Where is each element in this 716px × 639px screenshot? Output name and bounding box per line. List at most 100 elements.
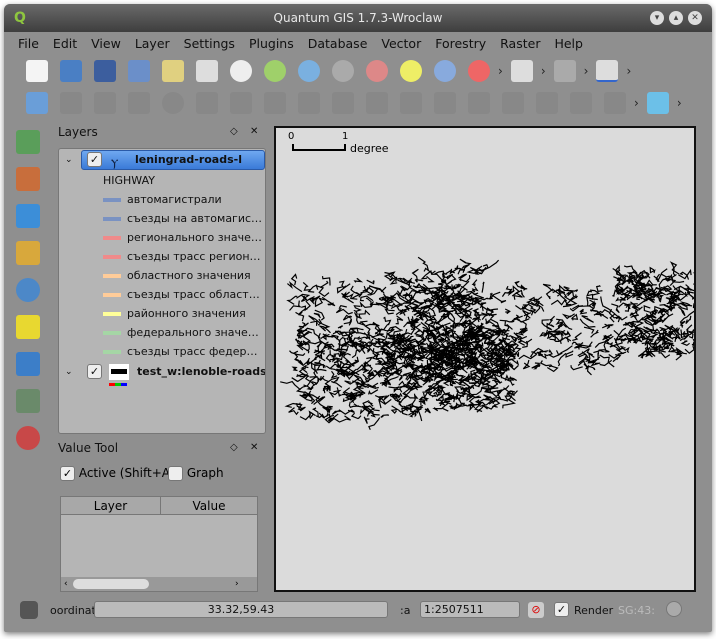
save-edits-icon[interactable]	[60, 92, 82, 114]
close-button[interactable]: ✕	[688, 11, 702, 25]
menu-help[interactable]: Help	[554, 36, 583, 51]
open-project-icon[interactable]	[60, 60, 82, 82]
zoom-full-icon[interactable]	[332, 60, 354, 82]
delete-selected-icon[interactable]	[162, 92, 184, 114]
coordinate-field[interactable]: 33.32,59.43	[94, 601, 388, 618]
road-segment	[679, 320, 686, 328]
toolbar-overflow-icon[interactable]: ›	[634, 96, 639, 110]
menu-view[interactable]: View	[91, 36, 121, 51]
road-segment	[357, 320, 368, 326]
add-delimited-text-icon[interactable]	[16, 389, 40, 413]
north-arrow-icon[interactable]	[553, 60, 576, 82]
menu-settings[interactable]: Settings	[184, 36, 235, 51]
zoom-out-icon[interactable]	[298, 60, 320, 82]
graph-option[interactable]: Graph	[168, 466, 224, 481]
redo-icon[interactable]	[400, 92, 422, 114]
split-icon[interactable]	[604, 92, 626, 114]
scroll-left-icon[interactable]: ‹	[64, 577, 68, 591]
new-shapefile-icon[interactable]	[16, 315, 40, 339]
cut-features-icon[interactable]	[196, 92, 218, 114]
menu-vector[interactable]: Vector	[381, 36, 421, 51]
road-segment	[320, 375, 329, 383]
layer-visibility-checkbox[interactable]: ✓	[87, 152, 102, 167]
scrollbar-thumb[interactable]	[73, 579, 149, 589]
menu-plugins[interactable]: Plugins	[249, 36, 294, 51]
new-project-icon[interactable]	[26, 60, 48, 82]
map-canvas[interactable]: 0 1 degree	[274, 126, 696, 592]
menu-database[interactable]: Database	[308, 36, 368, 51]
menu-layer[interactable]: Layer	[135, 36, 170, 51]
zoom-selection-icon[interactable]	[400, 60, 422, 82]
road-segment	[585, 364, 592, 376]
stop-render-icon[interactable]: ⊘	[528, 602, 544, 618]
close-panel-icon[interactable]: ✕	[250, 438, 258, 458]
node-tool-icon[interactable]	[128, 92, 150, 114]
active-checkbox[interactable]: ✓	[60, 466, 75, 481]
collapse-arrow-icon[interactable]: ⌄	[65, 361, 73, 383]
add-spatialite-layer-icon[interactable]	[16, 241, 40, 265]
help-icon[interactable]	[646, 92, 669, 114]
zoom-in-icon[interactable]	[264, 60, 286, 82]
menu-file[interactable]: File	[18, 36, 39, 51]
zoom-last-icon[interactable]	[434, 60, 456, 82]
column-header-value[interactable]: Value	[161, 497, 257, 514]
add-gps-icon[interactable]	[16, 426, 40, 450]
zoom-layer-icon[interactable]	[366, 60, 388, 82]
layer-item-lenoble-roads[interactable]: ⌄ ✓ test_w:lenoble-roads	[59, 361, 265, 383]
add-wms-layer-icon[interactable]	[16, 278, 40, 302]
toggle-editing-icon[interactable]	[26, 92, 48, 114]
mouse-coords-toggle-icon[interactable]	[20, 601, 38, 619]
simplify-icon[interactable]	[298, 92, 320, 114]
add-part-icon[interactable]	[468, 92, 490, 114]
render-checkbox[interactable]: ✓	[554, 602, 569, 617]
road-segment	[539, 360, 553, 367]
label-icon[interactable]	[596, 60, 619, 82]
remove-layer-icon[interactable]	[16, 352, 40, 376]
menu-edit[interactable]: Edit	[53, 36, 77, 51]
move-feature-icon[interactable]	[94, 92, 116, 114]
active-option[interactable]: ✓ Active (Shift+A)	[60, 466, 175, 481]
add-raster-layer-icon[interactable]	[16, 167, 40, 191]
delete-part-icon[interactable]	[536, 92, 558, 114]
road-segment	[566, 290, 573, 297]
save-as-icon[interactable]	[128, 60, 150, 82]
toolbar-overflow-icon[interactable]: ›	[498, 64, 503, 78]
collapse-arrow-icon[interactable]: ⌄	[65, 149, 73, 171]
add-vector-layer-icon[interactable]	[16, 130, 40, 154]
menu-raster[interactable]: Raster	[500, 36, 540, 51]
paste-features-icon[interactable]	[264, 92, 286, 114]
horizontal-scrollbar[interactable]: ‹ ›	[61, 577, 257, 591]
pan-icon[interactable]	[230, 60, 252, 82]
crs-status[interactable]: SG:43:	[618, 604, 655, 617]
toolbar-overflow-icon[interactable]: ›	[626, 64, 631, 78]
reshape-icon[interactable]	[570, 92, 592, 114]
layer-item-leningrad-roads[interactable]: ⌄ ✓ ⲩ leningrad-roads-l	[59, 149, 265, 171]
zoom-next-icon[interactable]	[468, 60, 490, 82]
copy-features-icon[interactable]	[230, 92, 252, 114]
projection-icon[interactable]	[666, 601, 682, 617]
menu-forestry[interactable]: Forestry	[435, 36, 486, 51]
add-ring-icon[interactable]	[434, 92, 456, 114]
add-postgis-layer-icon[interactable]	[16, 204, 40, 228]
column-header-layer[interactable]: Layer	[61, 497, 161, 514]
delete-ring-icon[interactable]	[502, 92, 524, 114]
maximize-button[interactable]: ▴	[669, 11, 683, 25]
graph-checkbox[interactable]	[168, 466, 183, 481]
layer-visibility-checkbox[interactable]: ✓	[87, 364, 102, 379]
graph-label: Graph	[186, 466, 224, 480]
print-icon[interactable]	[196, 60, 218, 82]
identify-icon[interactable]	[510, 60, 533, 82]
float-panel-icon[interactable]: ◇	[230, 122, 238, 142]
undo-icon[interactable]	[366, 92, 388, 114]
toolbar-overflow-icon[interactable]: ›	[677, 96, 682, 110]
save-project-icon[interactable]	[94, 60, 116, 82]
delete-vertex-icon[interactable]	[332, 92, 354, 114]
toolbar-overflow-icon[interactable]: ›	[584, 64, 589, 78]
toolbar-overflow-icon[interactable]: ›	[541, 64, 546, 78]
scroll-right-icon[interactable]: ›	[235, 577, 239, 591]
minimize-button[interactable]: ▾	[650, 11, 664, 25]
scale-field[interactable]: 1:2507511	[420, 601, 520, 618]
close-panel-icon[interactable]: ✕	[250, 122, 258, 142]
print-composer-icon[interactable]	[162, 60, 184, 82]
float-panel-icon[interactable]: ◇	[230, 438, 238, 458]
